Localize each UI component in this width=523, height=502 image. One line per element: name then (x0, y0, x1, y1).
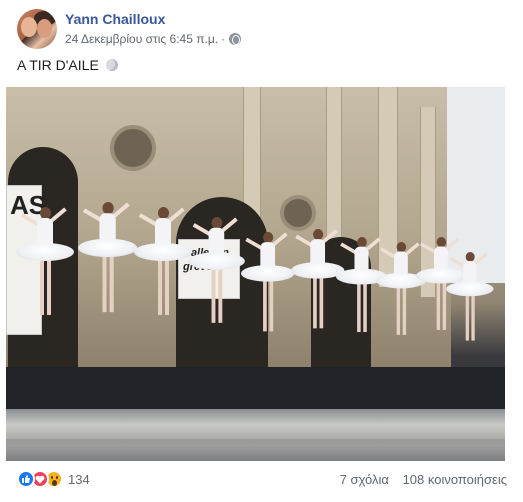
reactions-summary[interactable]: 134 (17, 470, 90, 488)
crescent-moon-icon (105, 59, 118, 71)
post-timestamp[interactable]: 24 Δεκεμβρίου στις 6:45 π.μ. (65, 32, 218, 46)
reaction-count: 134 (68, 471, 90, 487)
shares-link[interactable]: 108 κοινοποιήσεις (403, 472, 507, 487)
author-avatar[interactable] (17, 9, 57, 49)
post-header: Yann Chailloux 24 Δεκεμβρίου στις 6:45 π… (17, 9, 497, 49)
medallion (110, 125, 156, 171)
post-footer: 134 7 σχόλια 108 κοινοποιήσεις (17, 470, 507, 492)
globe-icon[interactable] (229, 33, 242, 45)
like-icon (17, 470, 35, 488)
meta-separator: · (221, 32, 226, 46)
post-caption: A TIR D'AILE (17, 57, 118, 73)
caption-text: A TIR D'AILE (17, 57, 99, 73)
post-stats: 7 σχόλια 108 κοινοποιήσεις (340, 472, 507, 487)
stage-edge (6, 409, 505, 461)
facebook-post: Yann Chailloux 24 Δεκεμβρίου στις 6:45 π… (0, 0, 523, 502)
stage-step (6, 439, 505, 445)
author-name-link[interactable]: Yann Chailloux (65, 11, 165, 27)
post-meta: 24 Δεκεμβρίου στις 6:45 π.μ. · (65, 32, 242, 46)
medallion (280, 195, 316, 231)
post-photo[interactable]: AS Ballet en grève (6, 87, 505, 461)
comments-link[interactable]: 7 σχόλια (340, 472, 389, 487)
sky (447, 87, 505, 283)
